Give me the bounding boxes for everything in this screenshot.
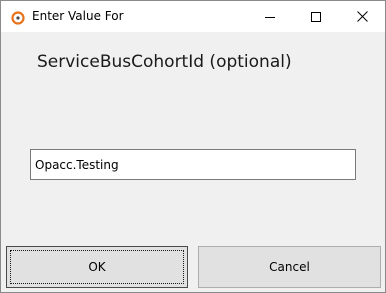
prompt-label: ServiceBusCohortId (optional) xyxy=(37,52,292,72)
dialog-window: Enter Value For ServiceBusCohortId (opti… xyxy=(0,0,386,293)
minimize-button[interactable] xyxy=(247,1,293,32)
maximize-button[interactable] xyxy=(293,1,339,32)
app-ring-icon xyxy=(11,10,25,25)
cancel-button-label: Cancel xyxy=(269,260,310,274)
close-button[interactable] xyxy=(339,1,385,32)
maximize-icon xyxy=(311,7,321,26)
ok-button[interactable]: OK xyxy=(6,246,188,288)
cancel-button[interactable]: Cancel xyxy=(198,246,381,288)
minimize-icon xyxy=(265,7,275,26)
focus-rectangle xyxy=(10,250,184,284)
close-icon xyxy=(356,7,368,26)
title-bar[interactable]: Enter Value For xyxy=(1,1,385,32)
value-input[interactable] xyxy=(30,149,356,180)
window-title: Enter Value For xyxy=(32,9,124,23)
